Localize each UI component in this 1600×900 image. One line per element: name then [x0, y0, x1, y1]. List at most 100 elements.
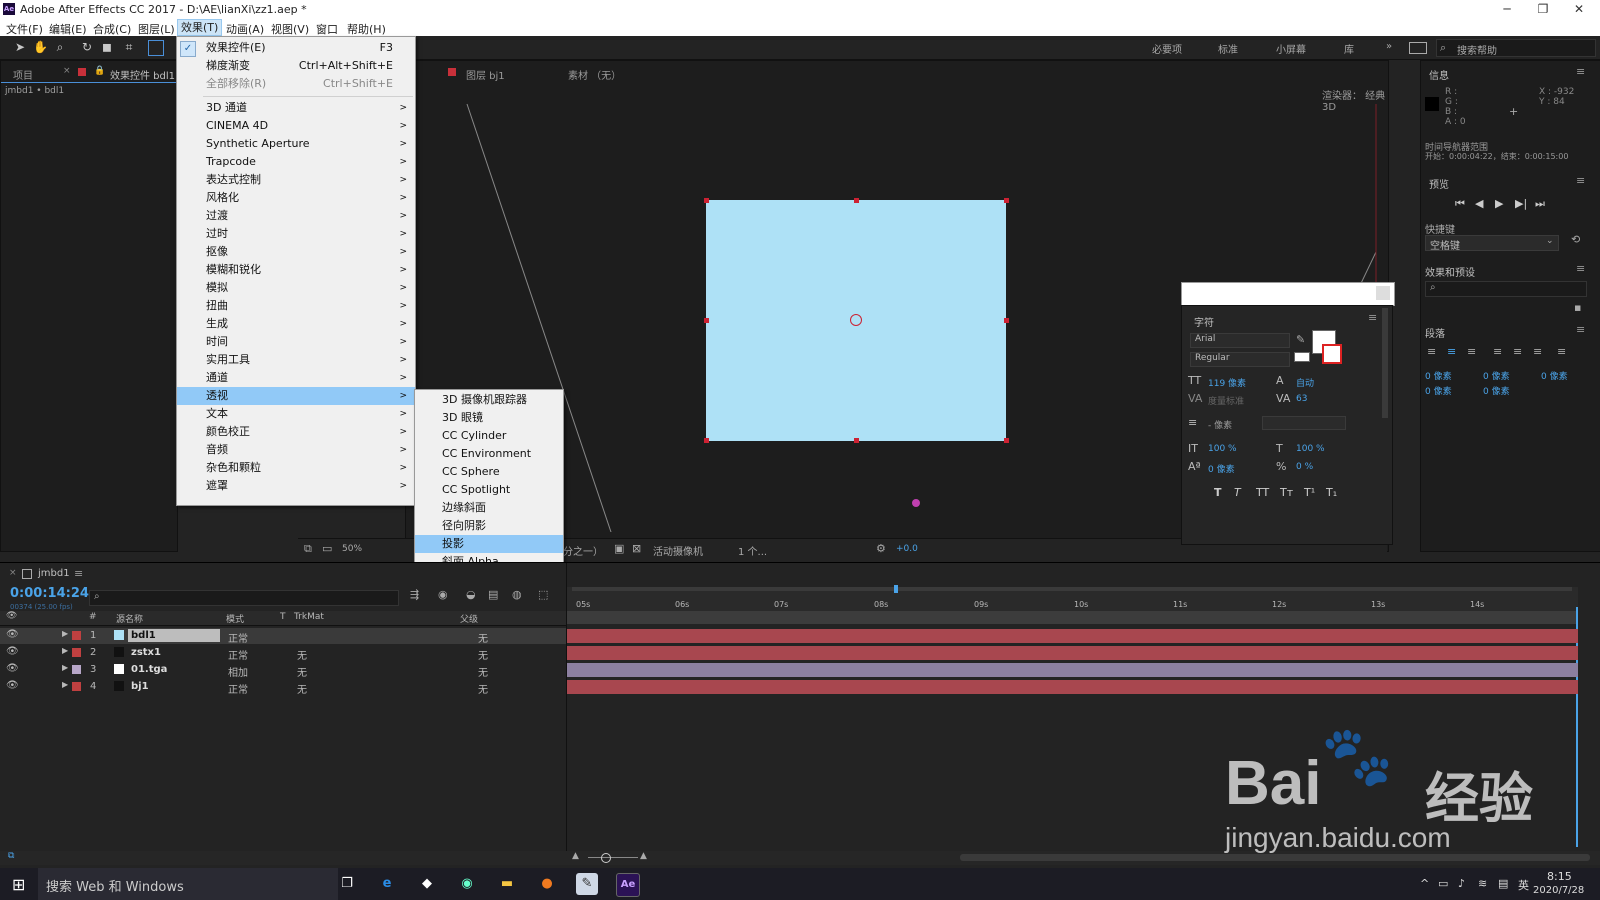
toggle-switches-icon[interactable]: ⧉: [8, 851, 14, 861]
menu-effect[interactable]: 效果(T): [177, 19, 223, 36]
menu-help[interactable]: 帮助(H): [347, 21, 386, 37]
transparency-grid-icon[interactable]: ⊠: [632, 542, 641, 555]
tray-chevron-icon[interactable]: ^: [1420, 877, 1429, 890]
leading-value[interactable]: 自动: [1296, 376, 1314, 389]
notification-icon[interactable]: ▤: [1498, 877, 1508, 890]
workspace-libraries[interactable]: 库: [1344, 41, 1354, 56]
reset-exposure-icon[interactable]: ⚙: [876, 542, 886, 555]
hide-shy-icon[interactable]: ◒: [466, 588, 476, 601]
anchor-point-icon[interactable]: [850, 314, 862, 326]
menu-item-category[interactable]: 实用工具 >: [177, 351, 415, 369]
indent-left-value[interactable]: 0 像素: [1425, 369, 1452, 382]
stroke-style-dropdown[interactable]: [1262, 416, 1346, 430]
menu-item-category[interactable]: 遮罩 >: [177, 477, 415, 495]
menu-edit[interactable]: 编辑(E): [49, 21, 87, 37]
expand-arrow-icon[interactable]: ▶: [62, 629, 68, 638]
volume-icon[interactable]: ♪: [1458, 877, 1465, 890]
label-color-swatch[interactable]: [72, 631, 81, 640]
parent-dropdown[interactable]: 无: [478, 664, 488, 679]
blend-mode-dropdown[interactable]: 正常: [228, 647, 248, 662]
menu-item-category[interactable]: 过渡 >: [177, 207, 415, 225]
transform-handle[interactable]: [704, 438, 709, 443]
views-dropdown[interactable]: 1 个...: [738, 543, 767, 558]
zoom-dropdown[interactable]: 50%: [342, 544, 362, 554]
tab-layer-viewer[interactable]: 图层 bj1: [466, 67, 505, 82]
after-effects-taskbar-icon[interactable]: Ae: [616, 873, 640, 897]
new-folder-icon[interactable]: ▪: [1574, 301, 1581, 314]
menu-item-category[interactable]: 文本 >: [177, 405, 415, 423]
hand-tool-icon[interactable]: ✋: [33, 40, 48, 54]
layer-duration-bar[interactable]: [566, 629, 1578, 643]
file-explorer-icon[interactable]: ▬: [496, 873, 518, 895]
close-tab-icon[interactable]: ×: [63, 66, 71, 76]
effects-search-input[interactable]: ⌕: [1425, 281, 1587, 297]
menu-item-category[interactable]: 过时 >: [177, 225, 415, 243]
font-style-dropdown[interactable]: Regular: [1190, 352, 1290, 367]
rotate-tool-icon[interactable]: ↻: [80, 40, 94, 54]
menu-item-category[interactable]: 表达式控制 >: [177, 171, 415, 189]
battery-icon[interactable]: ▭: [1438, 877, 1448, 890]
expand-arrow-icon[interactable]: ▶: [62, 663, 68, 672]
camera-tool-icon[interactable]: ◼: [100, 40, 114, 54]
layer-row-3[interactable]: 👁 ▶ 3 01.tga 相加 无 无: [0, 662, 566, 679]
menu-item-category[interactable]: Synthetic Aperture >: [177, 135, 415, 153]
submenu-item[interactable]: 边缘斜面: [415, 499, 563, 517]
rectangle-tool-icon[interactable]: [148, 40, 164, 56]
panel-menu-icon[interactable]: ≡: [1576, 323, 1585, 336]
zoom-tool-icon[interactable]: ⌕: [53, 40, 67, 54]
justify-right-icon[interactable]: ≡: [1533, 345, 1542, 358]
firefox-icon[interactable]: ●: [536, 873, 558, 895]
play-icon[interactable]: ▶: [1495, 197, 1503, 210]
layer-name[interactable]: 01.tga: [131, 664, 167, 675]
layer-duration-bar[interactable]: [566, 646, 1578, 660]
help-search[interactable]: ⌕ 搜索帮助: [1436, 39, 1596, 57]
close-button[interactable]: ✕: [1562, 0, 1596, 19]
scrollbar[interactable]: [1382, 308, 1388, 418]
space-after-value[interactable]: 0 像素: [1483, 384, 1510, 397]
layer-duration-bar[interactable]: [566, 680, 1578, 694]
menu-item-category[interactable]: 音频 >: [177, 441, 415, 459]
justify-left-icon[interactable]: ≡: [1493, 345, 1502, 358]
white-swatch[interactable]: [1294, 352, 1310, 362]
menu-item-category[interactable]: 生成 >: [177, 315, 415, 333]
trkmat-dropdown[interactable]: 无: [297, 681, 307, 696]
monitor-icon[interactable]: ▭: [322, 542, 332, 555]
eye-icon[interactable]: 👁: [6, 629, 19, 640]
windows-start-icon[interactable]: ⊞: [12, 875, 25, 894]
transform-handle[interactable]: [854, 198, 859, 203]
layer-search-input[interactable]: ⌕: [89, 590, 399, 606]
panel-menu-icon[interactable]: ≡: [1576, 262, 1585, 275]
current-time[interactable]: 0:00:14:24: [10, 586, 89, 601]
eye-icon[interactable]: 👁: [6, 646, 19, 657]
shortcut-dropdown[interactable]: 空格键 ⌄: [1425, 235, 1559, 252]
kerning-value[interactable]: 度量标准: [1208, 394, 1244, 407]
justify-all-icon[interactable]: ≡: [1557, 345, 1566, 358]
menu-item-category[interactable]: 3D 通道 >: [177, 99, 415, 117]
menu-item-category[interactable]: 通道 >: [177, 369, 415, 387]
next-frame-icon[interactable]: ▶|: [1515, 197, 1527, 210]
selection-tool-icon[interactable]: ➤: [13, 40, 27, 54]
eye-icon[interactable]: 👁: [6, 680, 19, 691]
parent-dropdown[interactable]: 无: [478, 681, 488, 696]
submenu-item[interactable]: CC Environment: [415, 445, 563, 463]
edge-browser-icon[interactable]: e: [376, 873, 398, 895]
label-color-swatch[interactable]: [72, 665, 81, 674]
submenu-item[interactable]: 径向阴影: [415, 517, 563, 535]
layer-name[interactable]: bj1: [131, 681, 149, 692]
submenu-item-drop-shadow[interactable]: 投影: [415, 535, 563, 553]
panel-menu-icon[interactable]: ≡: [1368, 311, 1377, 324]
small-caps-button[interactable]: Tт: [1280, 486, 1293, 499]
comp-mini-flowchart-icon[interactable]: ⇶: [410, 588, 419, 601]
time-ruler[interactable]: 05s 06s 07s 08s 09s 10s 11s 12s 13s 14s: [566, 585, 1578, 624]
menu-composition[interactable]: 合成(C): [93, 21, 131, 37]
taskbar-search[interactable]: 搜索 Web 和 Windows: [38, 868, 338, 900]
blend-mode-dropdown[interactable]: 相加: [228, 664, 248, 679]
app-icon[interactable]: ◆: [416, 873, 438, 895]
expand-arrow-icon[interactable]: ▶: [62, 680, 68, 689]
tab-effects-controls[interactable]: 效果控件 bdl1: [110, 67, 175, 82]
tab-composition[interactable]: jmbd1: [38, 568, 70, 579]
resolution-dropdown[interactable]: 分之一）: [563, 543, 603, 558]
eyedropper-icon[interactable]: ✎: [1296, 333, 1305, 346]
menu-item-category[interactable]: Trapcode >: [177, 153, 415, 171]
blend-mode-dropdown[interactable]: 正常: [228, 630, 248, 645]
